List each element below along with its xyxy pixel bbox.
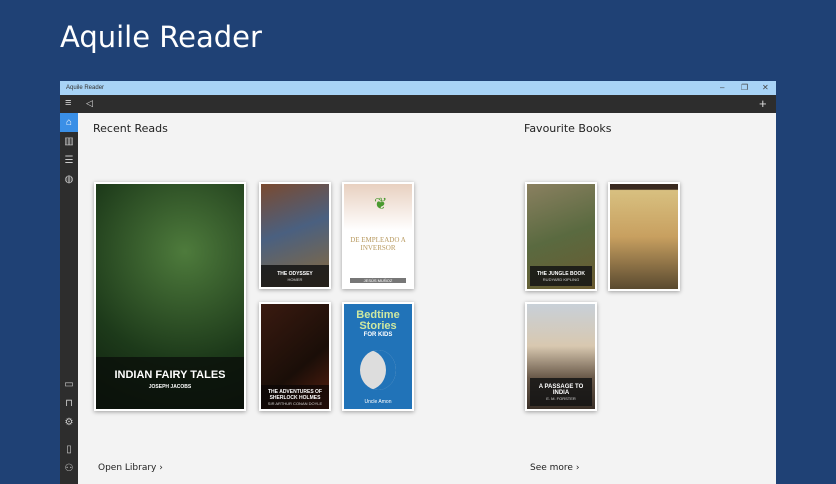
moon-icon: [360, 350, 396, 390]
book-title: INDIAN FAIRY TALES: [114, 369, 226, 381]
hero-title: Aquile Reader: [60, 20, 262, 54]
book-cover[interactable]: A PASSAGE TO INDIA E. M. FORSTER: [525, 302, 597, 411]
plant-icon: ❦: [374, 196, 388, 213]
chat-icon[interactable]: ▭: [60, 375, 78, 394]
book-cover[interactable]: Bedtime Stories FOR KIDS Uncle Amon: [342, 302, 414, 411]
globe-icon[interactable]: ◍: [60, 170, 78, 189]
bag-icon[interactable]: ⊓: [60, 394, 78, 413]
list-icon[interactable]: ☰: [60, 151, 78, 170]
book-title: DE EMPLEADO A INVERSOR: [350, 236, 406, 252]
home-icon[interactable]: ⌂: [60, 113, 78, 132]
sidebar: ⌂ ▥ ☰ ◍ ▭ ⊓ ⚙ ▯ ⚇: [60, 113, 78, 484]
window-title: Aquile Reader: [66, 85, 105, 91]
book-cover[interactable]: THE JUNGLE BOOK RUDYARD KIPLING: [525, 182, 597, 291]
see-more-link[interactable]: See more ›: [530, 463, 579, 473]
book-cover[interactable]: THE ODYSSEY HOMER: [259, 182, 331, 289]
book-author: SIR ARTHUR CONAN DOYLE: [267, 401, 323, 406]
book-author: HOMER: [287, 277, 303, 282]
open-library-link[interactable]: Open Library ›: [98, 463, 163, 473]
book-author: JOSEPH JACOBS: [148, 384, 192, 390]
title-bar: Aquile Reader – ❐ ✕: [60, 81, 776, 95]
app-window: Aquile Reader – ❐ ✕ ≡ ◁ + ⌂ ▥ ☰ ◍ ▭ ⊓ ⚙ …: [60, 81, 776, 484]
book-cover[interactable]: INDIAN FAIRY TALES JOSEPH JACOBS: [94, 182, 246, 411]
book-cover[interactable]: THE ADVENTURES OF SHERLOCK HOLMES SIR AR…: [259, 302, 331, 411]
book-author: Uncle Amon: [364, 399, 392, 405]
settings-icon[interactable]: ⚙: [60, 413, 78, 432]
add-button[interactable]: +: [759, 96, 767, 111]
book-title: A PASSAGE TO INDIA: [538, 384, 584, 396]
account-icon[interactable]: ⚇: [60, 459, 78, 478]
restore-button[interactable]: ❐: [741, 83, 748, 92]
favourite-books-heading: Favourite Books: [524, 122, 612, 135]
bug-icon[interactable]: ▯: [60, 440, 78, 459]
book-cover[interactable]: [608, 182, 680, 291]
toolbar: ≡ ◁ +: [60, 95, 776, 113]
announcement-icon[interactable]: ◁: [86, 98, 93, 109]
recent-reads-heading: Recent Reads: [93, 122, 168, 135]
minimize-button[interactable]: –: [720, 83, 724, 92]
close-button[interactable]: ✕: [762, 83, 769, 92]
book-title: THE ADVENTURES OF SHERLOCK HOLMES: [268, 389, 322, 401]
library-icon[interactable]: ▥: [60, 132, 78, 151]
book-title: Bedtime Stories: [356, 309, 400, 332]
book-author: E. M. FORSTER: [546, 396, 576, 401]
book-subtitle: FOR KIDS: [363, 332, 393, 338]
book-author: JESÚS MUÑOZ: [350, 278, 406, 283]
hamburger-menu-icon[interactable]: ≡: [65, 97, 71, 109]
book-author: RUDYARD KIPLING: [542, 277, 580, 282]
book-cover[interactable]: ❦ DE EMPLEADO A INVERSOR JESÚS MUÑOZ: [342, 182, 414, 289]
